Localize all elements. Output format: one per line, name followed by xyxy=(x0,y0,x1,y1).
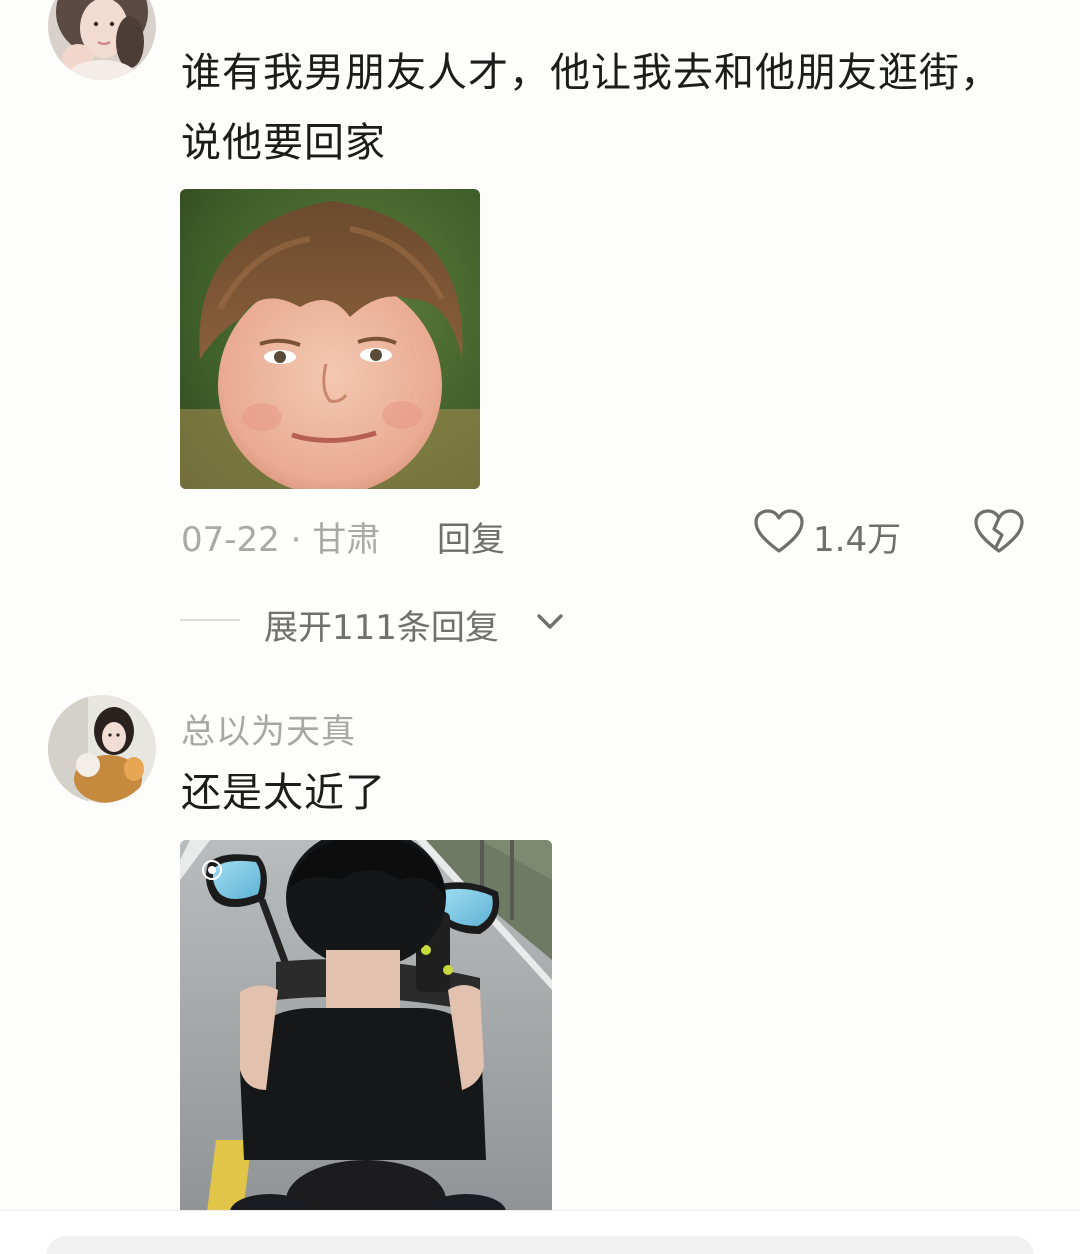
comment-date-location: 07-22 · 甘肃 xyxy=(181,520,381,560)
chevron-down-icon[interactable] xyxy=(533,604,567,638)
comment-image[interactable] xyxy=(180,840,552,1220)
broken-heart-icon[interactable] xyxy=(974,509,1024,555)
reply-button[interactable]: 回复 xyxy=(437,512,505,561)
expand-divider xyxy=(180,619,240,621)
expand-replies-button[interactable]: 展开111条回复 xyxy=(264,600,499,649)
avatar[interactable] xyxy=(48,0,156,80)
comment-text: 还是太近了 xyxy=(181,770,386,816)
avatar[interactable] xyxy=(48,695,156,803)
like-count: 1.4万 xyxy=(813,520,902,560)
comment-image[interactable] xyxy=(180,189,480,489)
comment-username[interactable]: 总以为天真 xyxy=(181,704,356,753)
comment-item: 总以为天真 还是太近了 xyxy=(0,660,1080,1254)
comment-feed: 谁有我男朋友人才，他让我去和他朋友逛街，说他要回家 07-22 · 甘肃 回复 … xyxy=(0,0,1080,1254)
comment-text: 谁有我男朋友人才，他让我去和他朋友逛街，说他要回家 xyxy=(181,50,1001,166)
comment-item: 谁有我男朋友人才，他让我去和他朋友逛街，说他要回家 07-22 · 甘肃 回复 … xyxy=(0,0,1080,660)
comment-input[interactable] xyxy=(46,1236,1034,1254)
heart-outline-icon[interactable] xyxy=(754,509,804,555)
